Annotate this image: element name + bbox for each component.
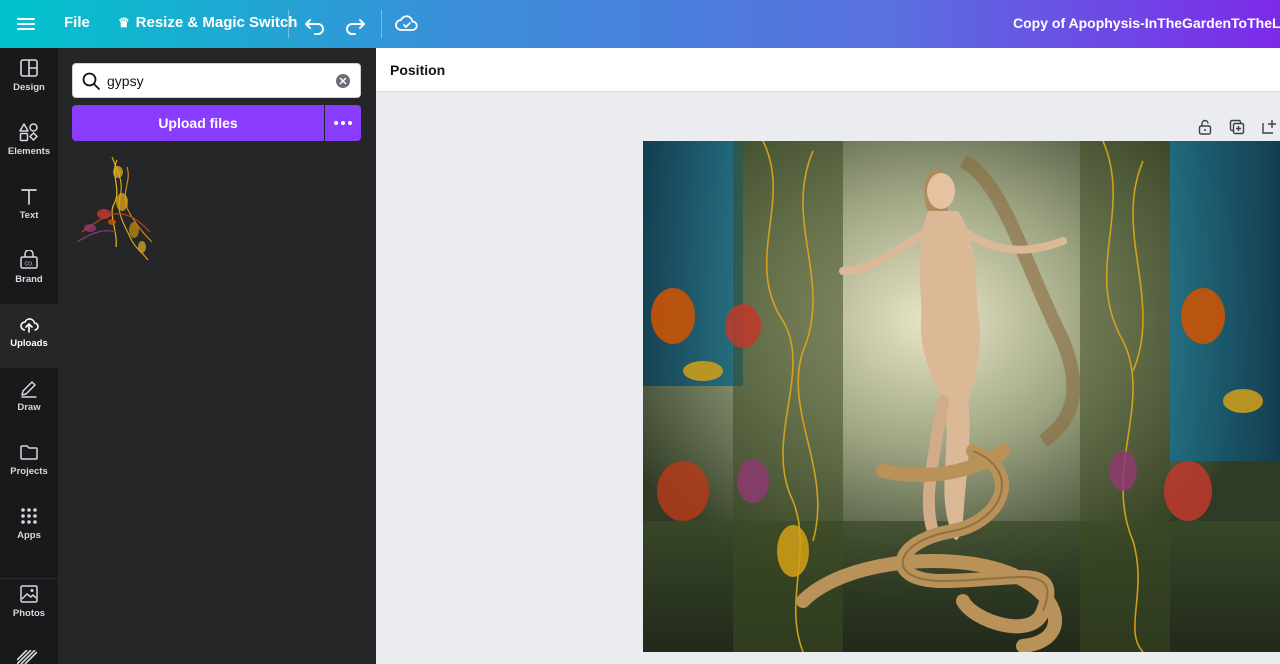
upload-files-button[interactable]: Upload files: [72, 105, 324, 141]
projects-icon: [20, 445, 38, 460]
rail-item-photos[interactable]: Photos: [0, 574, 58, 638]
rail-item-label: Photos: [12, 608, 46, 619]
rail-item-projects[interactable]: Projects: [0, 432, 58, 496]
photos-icon: [20, 585, 38, 603]
rail-item-apps[interactable]: Apps: [0, 496, 58, 560]
redo-icon[interactable]: [342, 11, 368, 37]
resize-label: Resize & Magic Switch: [135, 14, 298, 31]
file-menu-button[interactable]: File: [64, 14, 90, 31]
context-toolbar: Position: [376, 48, 1280, 92]
rail-item-design[interactable]: Design: [0, 48, 58, 112]
rail-item-text[interactable]: Text: [0, 176, 58, 240]
rail-item-label: Draw: [17, 402, 41, 413]
draw-icon: [21, 381, 37, 398]
cloud-saved-icon[interactable]: [394, 11, 420, 37]
search-box: [72, 63, 361, 98]
crown-icon: ♛: [118, 14, 130, 30]
rail-item-brand[interactable]: CO. Brand: [0, 240, 58, 304]
more-options-button[interactable]: [325, 105, 361, 141]
apps-icon: [21, 508, 37, 524]
uploads-icon: [20, 318, 39, 333]
divider: [381, 10, 382, 38]
rail-item-label: Uploads: [10, 338, 48, 349]
resize-magic-switch-button[interactable]: ♛ Resize & Magic Switch: [118, 14, 297, 31]
rail-item-draw[interactable]: Draw: [0, 368, 58, 432]
uploads-panel: Upload files: [58, 48, 376, 664]
duplicate-page-icon[interactable]: [1228, 118, 1246, 136]
document-title[interactable]: Copy of Apophysis-InTheGardenToTheLeftOf: [1013, 15, 1280, 31]
rail-item-label: Apps: [17, 530, 41, 541]
brand-icon: CO.: [20, 250, 38, 269]
position-button[interactable]: Position: [390, 62, 445, 78]
uploaded-image-thumbnail[interactable]: [72, 152, 158, 262]
rail-item-label: Brand: [15, 274, 43, 285]
rail-item-label: Design: [13, 82, 45, 93]
search-icon: [82, 72, 100, 90]
search-input[interactable]: [107, 70, 327, 92]
rail-item-elements[interactable]: Elements: [0, 112, 58, 176]
more-icon: [334, 121, 352, 125]
rail-item-uploads[interactable]: Uploads: [0, 304, 58, 368]
design-artwork-image[interactable]: [643, 141, 1280, 652]
menu-icon[interactable]: [14, 12, 38, 36]
rail-item-label: Projects: [10, 466, 48, 477]
design-icon: [20, 59, 38, 77]
left-rail: Design Elements Text CO. Brand Uploads D…: [0, 48, 58, 664]
top-bar: File ♛ Resize & Magic Switch Copy of Apo…: [0, 0, 1280, 48]
divider: [288, 10, 289, 38]
clear-search-icon[interactable]: [335, 73, 351, 89]
text-icon: [21, 189, 37, 205]
svg-text:CO.: CO.: [25, 262, 34, 268]
background-icon[interactable]: [17, 650, 37, 664]
undo-icon[interactable]: [302, 11, 328, 37]
elements-icon: [19, 123, 39, 142]
rail-item-label: Text: [19, 210, 39, 221]
rail-item-label: Elements: [7, 146, 51, 157]
add-page-icon[interactable]: [1260, 118, 1278, 136]
lock-icon[interactable]: [1196, 118, 1214, 136]
